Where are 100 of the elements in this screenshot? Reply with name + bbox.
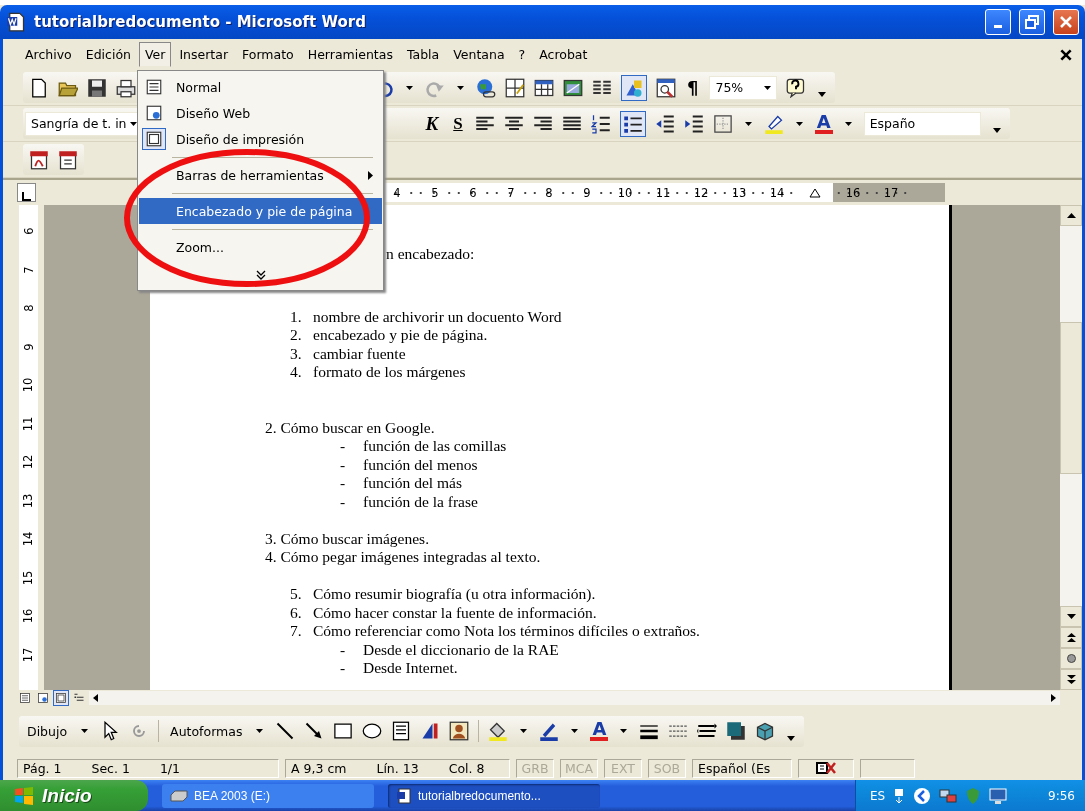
tables-and-borders-icon[interactable] — [505, 77, 525, 98]
view-button[interactable] — [35, 690, 51, 706]
toolbar-options-icon[interactable] — [818, 92, 827, 97]
underline-button[interactable]: S — [450, 113, 466, 134]
caret-icon[interactable] — [256, 729, 264, 733]
scroll-up-button[interactable] — [1060, 205, 1082, 226]
wordart-icon[interactable] — [420, 721, 441, 741]
toolbar-options-icon[interactable] — [787, 735, 796, 741]
zoom-dropdown[interactable]: 75% — [709, 75, 778, 100]
menu-item[interactable]: Zoom... — [139, 234, 382, 260]
indent-marker-icon[interactable] — [809, 187, 821, 198]
taskbar-button[interactable]: tutorialbredocumento... — [388, 783, 600, 808]
oval-icon[interactable] — [362, 721, 383, 741]
3d-icon[interactable] — [755, 721, 776, 741]
next-page-button[interactable] — [1060, 669, 1082, 690]
list-marker: - — [340, 659, 347, 678]
menu-item[interactable]: Barras de herramientas — [139, 162, 382, 188]
new-document-icon[interactable] — [29, 77, 49, 98]
line-icon[interactable] — [275, 721, 296, 741]
previous-page-button[interactable] — [1060, 627, 1082, 648]
caret-icon[interactable] — [571, 729, 579, 733]
pdf-icon[interactable] — [29, 149, 49, 170]
vertical-scrollbar[interactable] — [1060, 205, 1082, 690]
increase-indent-icon[interactable] — [683, 113, 704, 134]
network-icon[interactable] — [939, 786, 958, 805]
text-box-icon[interactable] — [391, 721, 412, 741]
menu-item[interactable]: Ver — [138, 42, 172, 67]
table-icon[interactable] — [534, 77, 554, 98]
caret-icon[interactable] — [620, 729, 628, 733]
taskbar-button[interactable]: BEA 2003 (E:) — [162, 783, 374, 808]
bullets-toggle-button[interactable] — [619, 110, 646, 137]
language-dropdown[interactable]: Españo — [863, 111, 981, 136]
italic-button[interactable]: K — [422, 112, 442, 135]
caret-icon[interactable] — [764, 85, 772, 90]
menu-item[interactable]: Normal — [139, 74, 382, 100]
caret-icon[interactable] — [844, 121, 852, 126]
font-color-button[interactable]: A — [814, 113, 833, 134]
menu-item[interactable]: Ventana — [447, 42, 511, 67]
help-icon[interactable] — [786, 77, 807, 98]
line-color-icon[interactable] — [539, 721, 560, 741]
language-indicator[interactable]: ES — [870, 788, 886, 803]
list-item-text: Desde Internet. — [363, 659, 458, 678]
scroll-down-button[interactable] — [1060, 606, 1082, 627]
autoshapes-button[interactable]: Autoformas — [168, 723, 245, 739]
view-button[interactable] — [17, 690, 33, 706]
font-color-button[interactable]: A — [590, 721, 609, 741]
drawing-toggle-button[interactable] — [621, 74, 647, 101]
caret-icon[interactable] — [81, 729, 89, 733]
toolbar-options-icon[interactable] — [992, 128, 1001, 133]
scroll-thumb[interactable] — [1060, 322, 1082, 474]
down-arrow-icon — [1066, 614, 1076, 619]
menu-item[interactable]: ? — [512, 42, 532, 67]
spelling-status-icon[interactable] — [815, 761, 837, 775]
highlighter-icon[interactable] — [763, 113, 784, 134]
horizontal-scrollbar[interactable] — [89, 691, 1060, 705]
fill-color-icon[interactable] — [488, 721, 509, 741]
drive-icon — [170, 789, 188, 802]
list-marker: 4. — [290, 363, 303, 382]
hyperlink-icon[interactable] — [476, 77, 496, 98]
shadow-icon[interactable] — [726, 721, 747, 741]
menu-item[interactable]: Herramientas — [301, 42, 399, 67]
menu-item[interactable]: Edición — [79, 42, 137, 67]
menu-item[interactable]: Formato — [236, 42, 300, 67]
numbered-list-icon[interactable] — [590, 113, 611, 134]
caret-icon[interactable] — [795, 121, 803, 126]
rectangle-icon[interactable] — [333, 721, 354, 741]
input-method-icon[interactable] — [893, 787, 906, 804]
minimize-button[interactable] — [985, 9, 1011, 35]
browse-object-button[interactable] — [1060, 648, 1082, 669]
menu-item[interactable]: Archivo — [19, 42, 78, 67]
border-icon[interactable] — [712, 113, 733, 134]
list-item-text: cambiar fuente — [313, 344, 406, 363]
caret-icon[interactable] — [129, 121, 137, 126]
menu-item[interactable]: Tabla — [400, 42, 446, 67]
save-icon[interactable] — [87, 77, 107, 98]
caret-icon[interactable] — [406, 85, 413, 90]
caret-icon[interactable] — [457, 85, 464, 90]
pdf-document-icon[interactable] — [58, 149, 78, 170]
document-map-icon[interactable] — [656, 77, 676, 98]
clip-art-icon[interactable] — [449, 721, 470, 741]
show-formatting-button[interactable]: ¶ — [685, 77, 701, 98]
monitor-icon[interactable] — [989, 786, 1008, 805]
close-icon — [1060, 16, 1072, 28]
caret-icon[interactable] — [744, 121, 752, 126]
expand-menu-icon[interactable] — [254, 270, 267, 280]
close-button[interactable] — [1053, 9, 1079, 35]
tab-selector-icon[interactable] — [17, 183, 36, 202]
view-button[interactable] — [53, 690, 69, 706]
ruler-number: 11 — [21, 416, 36, 432]
decrease-indent-icon[interactable] — [654, 113, 675, 134]
arrow-icon[interactable] — [304, 721, 325, 741]
menu-item[interactable]: Insertar — [173, 42, 235, 67]
caret-icon[interactable] — [520, 729, 528, 733]
start-button[interactable]: Inicio — [0, 780, 148, 811]
menu-item[interactable]: Encabezado y pie de página — [139, 198, 382, 224]
maximize-button[interactable] — [1019, 9, 1045, 35]
draw-menu-button[interactable]: Dibujo — [25, 723, 70, 739]
menu-item[interactable]: Acrobat — [533, 42, 594, 67]
spreadsheet-icon[interactable] — [563, 77, 583, 98]
print-icon[interactable] — [116, 77, 136, 98]
